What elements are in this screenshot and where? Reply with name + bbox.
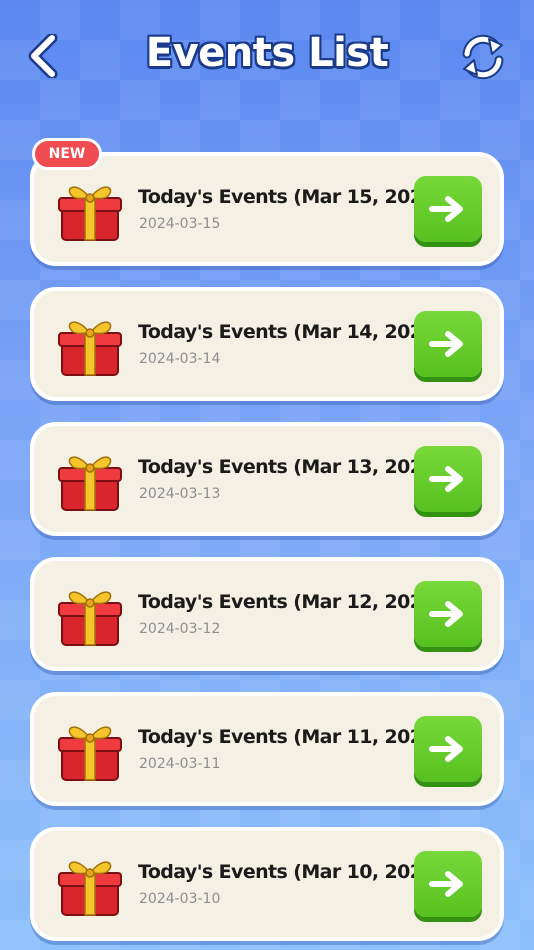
arrow-right-icon [429, 601, 463, 627]
refresh-button[interactable] [460, 34, 506, 80]
event-card[interactable]: NEW Today's Events (Mar 15, 2024) 2024-0… [30, 138, 504, 266]
arrow-right-icon [429, 331, 463, 357]
gift-icon [58, 591, 122, 646]
event-card[interactable]: Today's Events (Mar 12, 2024) 2024-03-12 [30, 557, 504, 671]
event-date: 2024-03-14 [139, 351, 221, 367]
page-title: Events List [145, 30, 389, 76]
arrow-right-icon [429, 736, 463, 762]
event-title: Today's Events (Mar 12, 2024) [138, 591, 444, 613]
event-date: 2024-03-15 [139, 216, 221, 232]
open-event-button[interactable] [414, 716, 482, 782]
events-list: NEW Today's Events (Mar 15, 2024) 2024-0… [30, 138, 504, 950]
open-event-button[interactable] [414, 311, 482, 377]
open-event-button[interactable] [414, 851, 482, 917]
event-title: Today's Events (Mar 14, 2024) [138, 321, 444, 343]
event-date: 2024-03-12 [139, 621, 221, 637]
new-badge: NEW [32, 138, 102, 170]
gift-icon [58, 726, 122, 781]
gift-icon [58, 186, 122, 241]
event-date: 2024-03-13 [139, 486, 221, 502]
arrow-right-icon [429, 871, 463, 897]
event-title: Today's Events (Mar 13, 2024) [138, 456, 444, 478]
gift-icon [58, 456, 122, 511]
gift-icon [58, 321, 122, 376]
event-title: Today's Events (Mar 15, 2024) [138, 186, 444, 208]
header-bar: Events List [0, 0, 534, 112]
open-event-button[interactable] [414, 581, 482, 647]
arrow-right-icon [429, 196, 463, 222]
open-event-button[interactable] [414, 176, 482, 242]
refresh-icon [462, 34, 504, 80]
event-card[interactable]: Today's Events (Mar 13, 2024) 2024-03-13 [30, 422, 504, 536]
arrow-right-icon [429, 466, 463, 492]
event-card[interactable]: Today's Events (Mar 10, 2024) 2024-03-10 [30, 827, 504, 941]
event-title: Today's Events (Mar 10, 2024) [138, 861, 444, 883]
open-event-button[interactable] [414, 446, 482, 512]
event-title: Today's Events (Mar 11, 2024) [138, 726, 444, 748]
gift-icon [58, 861, 122, 916]
event-date: 2024-03-11 [139, 756, 221, 772]
event-card[interactable]: Today's Events (Mar 11, 2024) 2024-03-11 [30, 692, 504, 806]
event-card[interactable]: Today's Events (Mar 14, 2024) 2024-03-14 [30, 287, 504, 401]
event-date: 2024-03-10 [139, 891, 221, 907]
